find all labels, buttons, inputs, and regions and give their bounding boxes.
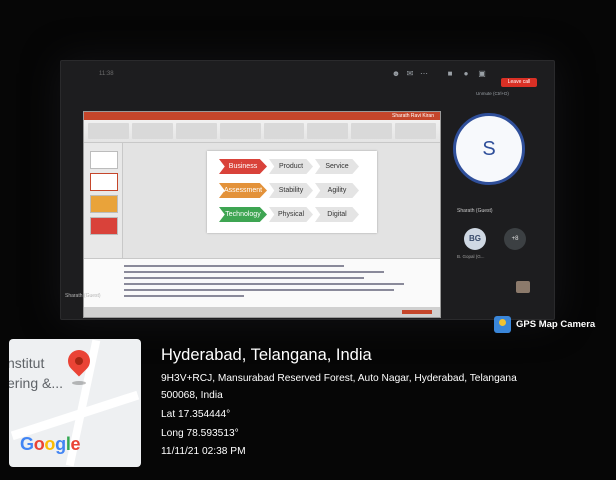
chat-icon[interactable]: ✉ <box>405 69 415 79</box>
map-place-label: nstitut <box>9 355 45 371</box>
google-logo-letter: e <box>70 434 81 454</box>
slide-arrow-item: Product <box>269 159 313 174</box>
slide-arrow-item: Agility <box>315 183 359 198</box>
slide-arrow-category: Technology <box>219 207 267 222</box>
slide-thumbnail[interactable] <box>90 217 118 235</box>
slide-thumbnails <box>84 143 123 259</box>
camera-icon[interactable]: ■ <box>445 69 455 79</box>
leave-call-button[interactable]: Leave call <box>501 78 537 87</box>
google-logo-letter: o <box>33 434 45 454</box>
google-logo-letter: g <box>55 434 66 454</box>
slide-thumbnail[interactable] <box>90 195 118 213</box>
participant-name: B. Gopal (G... <box>457 254 485 259</box>
meeting-clock: 11:38 <box>99 71 114 77</box>
address-line: 9H3V+RCJ, Mansurabad Reserved Forest, Au… <box>161 373 517 384</box>
datetime-text: 11/11/21 02:38 PM <box>161 446 246 457</box>
ribbon-tool-groups <box>88 123 436 139</box>
slide-arrow-item: Physical <box>269 207 313 222</box>
shared-presentation: Sharath Ravi Kiran Business Product Servic… <box>83 111 441 318</box>
meet-window: 11:38 ☻ ✉ ⋯ ■ ● ▣ Leave call Unmute (Ctr… <box>60 60 555 320</box>
slide-notes <box>84 258 440 307</box>
more-options-icon[interactable]: ⋯ <box>419 69 429 79</box>
ppt-status-bar <box>84 307 440 317</box>
current-slide: Business Product Service Assessment Stabilit… <box>207 151 377 233</box>
google-logo-letter: G <box>20 434 34 454</box>
slide-thumbnail[interactable] <box>90 173 118 191</box>
map-place-label: ering &... <box>9 375 64 391</box>
participant-name: Sharath (Guest) <box>457 208 493 214</box>
slide-arrow-item: Digital <box>315 207 359 222</box>
latitude-text: Lat 17.354444° <box>161 409 231 420</box>
presenter-name: Sharath (Guest) <box>65 293 101 299</box>
slide-arrow-item: Stability <box>269 183 313 198</box>
present-icon[interactable]: ▣ <box>477 69 487 79</box>
ppt-tab-bar: Sharath Ravi Kiran <box>84 112 440 120</box>
google-logo-letter: o <box>44 434 56 454</box>
participant-avatar[interactable]: S <box>453 113 525 185</box>
longitude-text: Long 78.593513° <box>161 428 239 439</box>
more-participants-button[interactable]: +8 <box>504 228 526 250</box>
slide-editor: Business Product Service Assessment Stabilit… <box>123 143 440 259</box>
gps-map-camera-logo-icon <box>494 316 511 333</box>
microphone-icon[interactable]: ● <box>461 69 471 79</box>
location-title: Hyderabad, Telangana, India <box>161 346 372 364</box>
slide-thumbnail[interactable] <box>90 151 118 169</box>
participant-avatar[interactable]: BG <box>464 228 486 250</box>
self-view-thumbnail <box>516 281 530 293</box>
slide-arrow-item: Service <box>315 159 359 174</box>
people-icon[interactable]: ☻ <box>391 69 401 79</box>
meet-top-bar: 11:38 ☻ ✉ ⋯ ■ ● ▣ Leave call <box>61 61 554 87</box>
zoom-slider[interactable] <box>402 310 432 314</box>
unmute-tooltip: Unmute (Ctrl+D) <box>476 91 509 96</box>
slide-arrow-category: Business <box>219 159 267 174</box>
ppt-window-title: Sharath Ravi Kiran <box>392 113 434 119</box>
gps-brand-label: GPS Map Camera <box>516 319 596 330</box>
ppt-ribbon: Sharath Ravi Kiran <box>84 112 440 143</box>
google-logo: Google <box>20 434 81 455</box>
slide-arrow-category: Assessment <box>219 183 267 198</box>
address-line: 500068, India <box>161 390 223 401</box>
